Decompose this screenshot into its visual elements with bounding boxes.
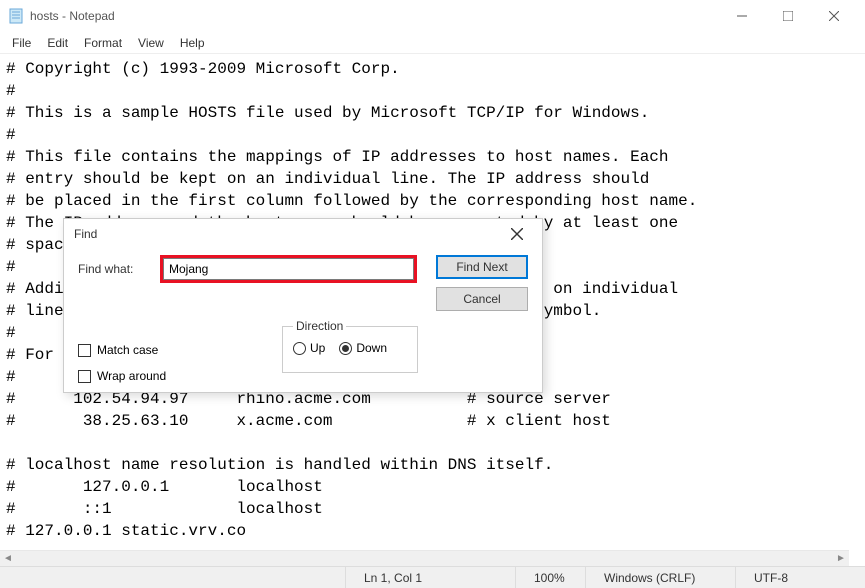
menu-file[interactable]: File: [4, 34, 39, 52]
status-encoding: UTF-8: [735, 567, 865, 588]
checkbox-icon: [78, 370, 91, 383]
direction-group: Direction Up Down: [282, 319, 418, 373]
menu-edit[interactable]: Edit: [39, 34, 76, 52]
horizontal-scrollbar[interactable]: ◄ ►: [0, 550, 865, 566]
scroll-right-icon[interactable]: ►: [833, 551, 849, 567]
direction-up-label: Up: [310, 341, 325, 355]
scroll-left-icon[interactable]: ◄: [0, 551, 16, 567]
match-case-label: Match case: [97, 343, 158, 357]
direction-down-label: Down: [356, 341, 387, 355]
cancel-button[interactable]: Cancel: [436, 287, 528, 311]
radio-icon: [339, 342, 352, 355]
find-next-button[interactable]: Find Next: [436, 255, 528, 279]
radio-icon: [293, 342, 306, 355]
notepad-icon: [8, 8, 24, 24]
match-case-checkbox[interactable]: Match case: [78, 343, 166, 357]
checkbox-icon: [78, 344, 91, 357]
direction-down-radio[interactable]: Down: [339, 341, 387, 355]
status-zoom: 100%: [515, 567, 585, 588]
status-line-ending: Windows (CRLF): [585, 567, 735, 588]
wrap-around-checkbox[interactable]: Wrap around: [78, 369, 166, 383]
find-close-button[interactable]: [502, 219, 532, 249]
window-title: hosts - Notepad: [30, 9, 115, 23]
find-titlebar: Find: [64, 219, 542, 249]
statusbar: Ln 1, Col 1 100% Windows (CRLF) UTF-8: [0, 566, 865, 588]
direction-up-radio[interactable]: Up: [293, 341, 325, 355]
maximize-button[interactable]: [765, 0, 811, 32]
find-input-highlight: [160, 255, 417, 283]
titlebar: hosts - Notepad: [0, 0, 865, 32]
status-position: Ln 1, Col 1: [345, 567, 515, 588]
window-controls: [719, 0, 857, 32]
menu-help[interactable]: Help: [172, 34, 213, 52]
menu-view[interactable]: View: [130, 34, 172, 52]
find-dialog-title: Find: [74, 227, 502, 241]
wrap-around-label: Wrap around: [97, 369, 166, 383]
direction-legend: Direction: [293, 319, 346, 333]
find-what-input[interactable]: [163, 258, 414, 280]
menu-format[interactable]: Format: [76, 34, 130, 52]
menubar: File Edit Format View Help: [0, 32, 865, 54]
close-button[interactable]: [811, 0, 857, 32]
minimize-button[interactable]: [719, 0, 765, 32]
find-what-label: Find what:: [78, 262, 160, 276]
find-dialog: Find Find what: Find Next Cancel Directi…: [63, 218, 543, 393]
